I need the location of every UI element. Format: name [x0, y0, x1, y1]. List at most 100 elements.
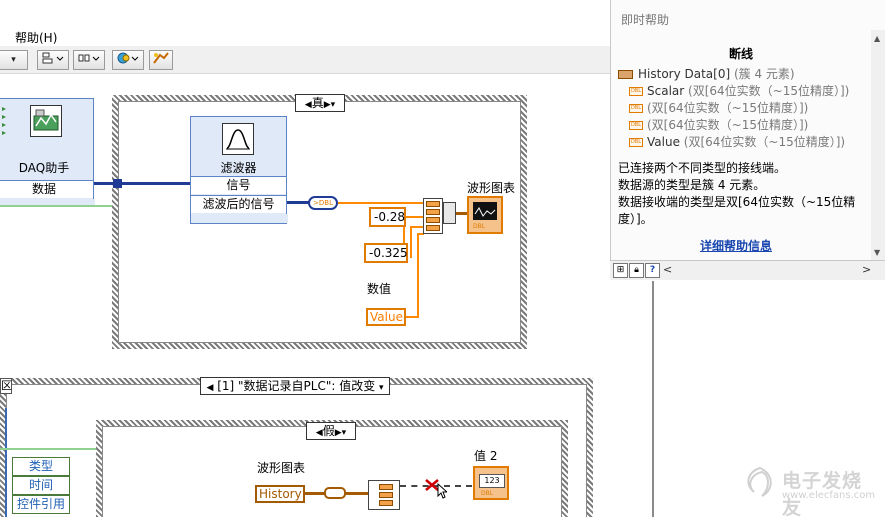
constant-2[interactable]: -0.325 — [364, 243, 408, 263]
filter-output-terminal[interactable]: 滤波后的信号 — [191, 195, 286, 213]
watermark: 电子发烧友 www.elecfans.com — [740, 462, 880, 517]
event-wire — [0, 448, 102, 450]
constant-1[interactable]: -0.28 — [369, 207, 406, 227]
help-element-row: DBL Value (双[64位实数（~15位精度）]) — [629, 133, 845, 150]
labview-window: 帮助(H) ▾ DAQ助手 数据 ◀真▶▾ 滤波器 信号 滤波后的信号 >DBL… — [0, 0, 885, 517]
numeric-wire-2h — [403, 216, 424, 218]
daq-icon — [30, 105, 62, 137]
help-vertical-scrollbar[interactable]: ▲ ▼ — [871, 30, 885, 260]
indicator-label: 值 2 — [474, 449, 498, 463]
filter-icon — [222, 123, 254, 155]
case-selector-false-value: 假 — [322, 424, 335, 438]
lock-icon[interactable]: 🔒︎ — [629, 263, 644, 278]
error-wire — [0, 205, 118, 207]
case-selector-false[interactable]: ◀假▶▾ — [306, 422, 356, 440]
dbl-icon: DBL — [629, 121, 643, 130]
filter-expand-handle — [191, 214, 288, 223]
align-icon[interactable] — [37, 50, 69, 70]
event-selector[interactable]: ◀ [1] "数据记录自PLC": 值改变 ▾ — [200, 377, 390, 395]
indicator-value: 123 — [479, 474, 505, 488]
help-desc-line: 数据接收端的类型是双[64位实数（~15位精度）]。 — [618, 195, 856, 226]
help-window-title: 即时帮助 — [621, 13, 670, 27]
help-element-name: Value — [647, 135, 680, 149]
block-diagram: DAQ助手 数据 ◀真▶▾ 滤波器 信号 滤波后的信号 >DBL -0.28 -… — [0, 75, 610, 517]
scroll-right-icon[interactable]: > — [862, 263, 871, 276]
daq-input-arrows — [2, 105, 6, 143]
numeric-wire-3v — [410, 226, 412, 258]
filter-input-terminal[interactable]: 信号 — [191, 176, 286, 194]
numeric-wire-1 — [338, 202, 424, 204]
scroll-left-icon[interactable]: < — [663, 263, 672, 276]
case-tunnel — [113, 179, 122, 188]
history-wire — [305, 492, 325, 495]
event-item-type[interactable]: 类型 — [12, 457, 70, 476]
bundle-node[interactable] — [423, 198, 443, 234]
help-element-name: Scalar — [647, 84, 685, 98]
detailed-help-link[interactable]: 详细帮助信息 — [611, 237, 861, 254]
show-optional-terminals-icon[interactable]: ⊞ — [613, 263, 628, 278]
numeric-wire-4v — [417, 233, 419, 317]
context-help-window[interactable]: 即时帮助 断线 History Data[0] (簇 4 元素) DBL Scal… — [610, 0, 885, 280]
help-element-type: (双[64位实数（~15位精度）]) — [647, 118, 809, 132]
event-left-border — [5, 408, 7, 517]
text-settings-button[interactable]: ▾ — [0, 50, 28, 70]
help-bottom-bar: ⊞ 🔒︎ ? < > — [610, 260, 885, 280]
case-structure-true-inner — [118, 101, 521, 343]
left-fragment: 区 — [0, 378, 12, 394]
numeric-wire-5 — [405, 316, 419, 318]
help-element-type: (双[64位实数（~15位精度）]) — [683, 135, 846, 149]
dbl-icon: DBL — [629, 87, 643, 96]
menu-bar: 帮助(H) — [0, 26, 610, 46]
case-selector-value: 真 — [311, 96, 324, 110]
help-cluster-type: (簇 4 元素) — [733, 67, 795, 81]
help-element-row: DBL (双[64位实数（~15位精度）]) — [629, 116, 808, 133]
reorder-icon[interactable] — [112, 50, 144, 70]
graph-label: 波形图表 — [467, 181, 516, 195]
help-cluster-name: History Data[0] — [638, 67, 731, 81]
numeric-terminal[interactable]: Value — [366, 308, 406, 326]
array-node[interactable] — [368, 480, 400, 510]
title-bar — [0, 0, 610, 26]
help-desc-line: 已连接两个不同类型的接线端。 — [618, 161, 787, 175]
numeric-wire-3h — [410, 226, 424, 228]
bundle-output — [443, 202, 456, 224]
help-description: 已连接两个不同类型的接线端。 数据源的类型是簇 4 元素。 数据接收端的类型是双… — [618, 160, 868, 228]
broken-wire-2 — [444, 485, 472, 487]
dbl-icon: DBL — [629, 138, 643, 147]
help-element-type: (双[64位实数（~15位精度）]) — [647, 101, 809, 115]
event-selector-value: [1] "数据记录自PLC": 值改变 — [217, 379, 376, 393]
menu-help[interactable]: 帮助(H) — [15, 29, 57, 46]
dbl-icon: DBL — [629, 104, 643, 113]
cluster-icon — [618, 70, 633, 79]
watermark-url: www.elecfans.com — [782, 490, 876, 501]
event-item-ctlref[interactable]: 控件引用 — [12, 495, 70, 514]
waveform-chart-terminal[interactable]: DBL — [467, 196, 503, 234]
data-wire — [94, 182, 194, 185]
help-desc-line: 数据源的类型是簇 4 元素。 — [618, 178, 766, 192]
help-heading: 断线 — [728, 47, 753, 61]
case-structure-true[interactable] — [112, 95, 527, 349]
numeric-indicator[interactable]: 123 DBL — [473, 466, 509, 500]
convert-node[interactable]: >DBL — [308, 196, 338, 210]
help-element-row: DBL Scalar (双[64位实数（~15位精度）]) — [629, 82, 849, 99]
help-cluster-row: History Data[0] (簇 4 元素) — [618, 65, 795, 82]
case-selector-true[interactable]: ◀真▶▾ — [295, 94, 345, 112]
history-terminal[interactable]: History — [255, 485, 305, 503]
toolbar: ▾ — [0, 46, 610, 74]
graph-label-2: 波形图表 — [257, 461, 306, 475]
numeric-label: 数值 — [367, 282, 392, 296]
daq-assistant-vi[interactable]: DAQ助手 数据 — [0, 98, 95, 206]
help-element-type: (双[64位实数（~15位精度）]) — [688, 84, 850, 98]
help-element-row: DBL (双[64位实数（~15位精度）]) — [629, 99, 808, 116]
filter-vi[interactable]: 滤波器 信号 滤波后的信号 — [190, 116, 288, 224]
daq-title: DAQ助手 — [18, 161, 70, 175]
unbundle-node[interactable] — [324, 487, 346, 499]
distribute-icon[interactable] — [73, 50, 105, 70]
right-pane-divider — [652, 281, 654, 517]
filter-title: 滤波器 — [220, 161, 257, 175]
cleanup-icon[interactable] — [149, 50, 173, 70]
event-item-time[interactable]: 时间 — [12, 476, 70, 495]
unbundle-wire — [346, 492, 368, 495]
help-question-icon[interactable]: ? — [645, 263, 660, 278]
daq-output-terminal[interactable]: 数据 — [0, 180, 93, 198]
